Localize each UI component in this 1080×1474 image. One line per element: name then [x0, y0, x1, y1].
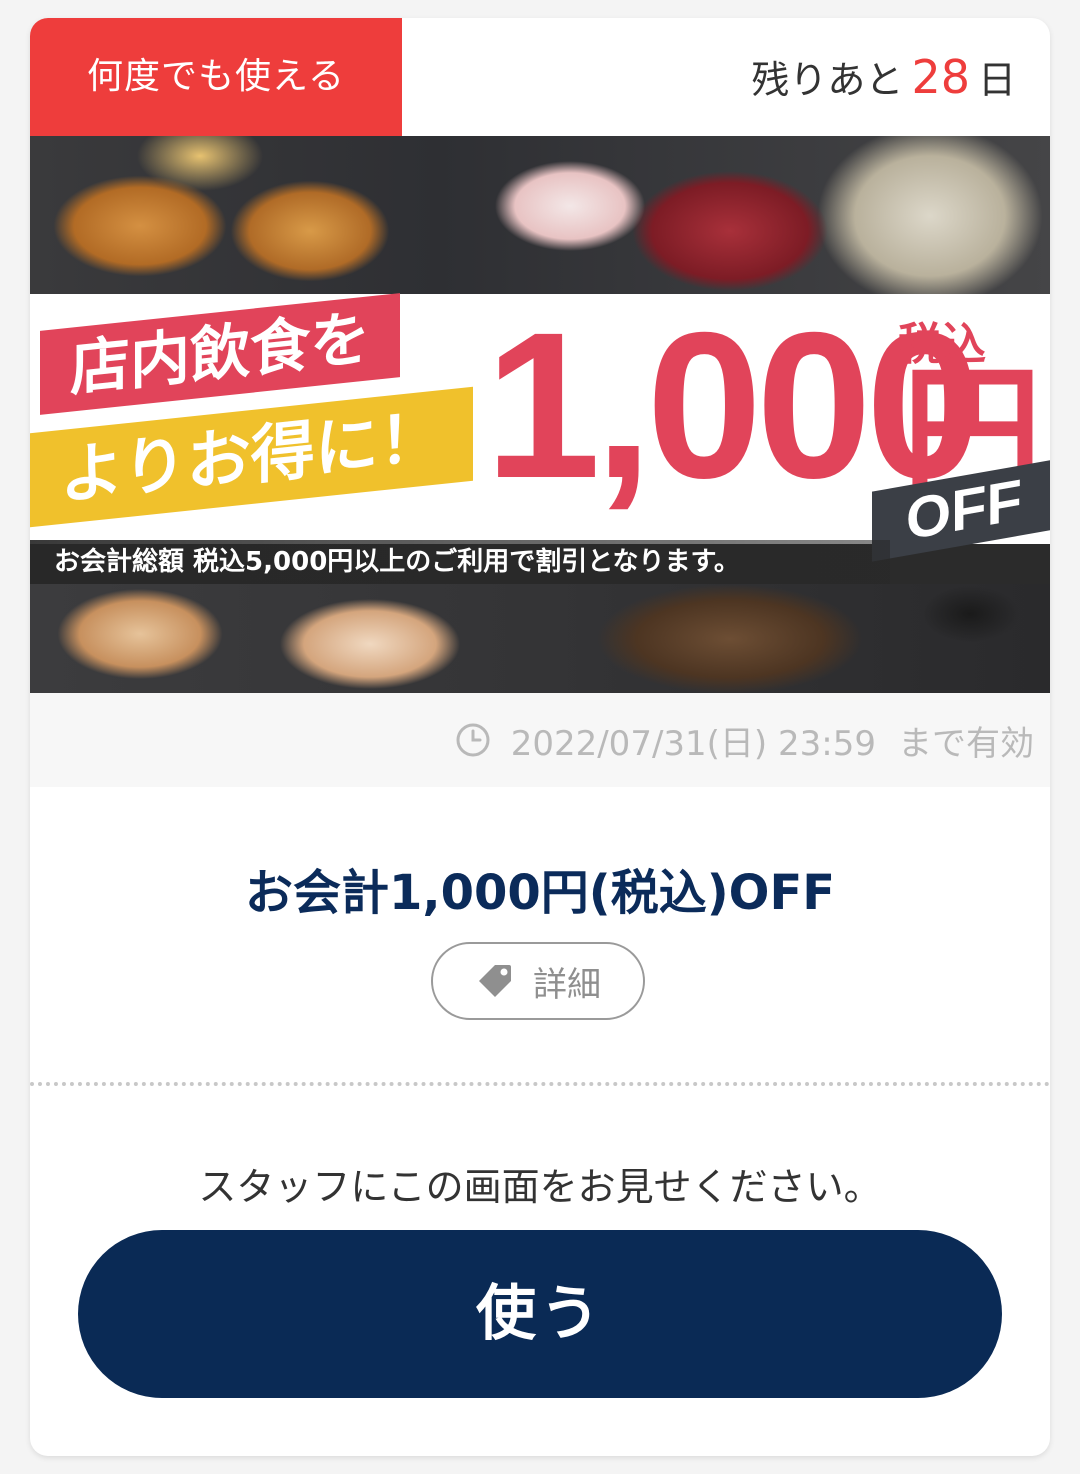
remaining-suffix: 日	[977, 58, 1016, 102]
days-remaining: 残りあと 28 日	[751, 18, 1016, 136]
expiry-date: 2022/07/31(日) 23:59	[510, 723, 876, 764]
tag-icon	[479, 965, 511, 997]
use-coupon-button[interactable]: 使う	[78, 1230, 1002, 1398]
dotted-divider	[30, 1082, 1050, 1086]
expiry-suffix: まで有効	[898, 723, 1034, 764]
staff-instruction: スタッフにこの画面をお見せください。	[198, 1165, 882, 1209]
coupon-header: 何度でも使える 残りあと 28 日	[30, 18, 1050, 136]
details-button[interactable]: 詳細	[431, 942, 645, 1020]
banner-condition-text: お会計総額 税込5,000円以上のご利用で割引となります。	[30, 540, 890, 584]
remaining-days-count: 28	[911, 50, 970, 104]
coupon-card: 何度でも使える 残りあと 28 日 店内飲食を よりお得に！ 1,000 税込 円 …	[30, 18, 1050, 1456]
remaining-prefix: 残りあと	[751, 58, 904, 102]
clock-icon	[456, 723, 490, 757]
details-label: 詳細	[533, 964, 601, 1005]
banner-food-photo-bottom	[30, 584, 1050, 693]
coupon-body: お会計1,000円(税込)OFF 詳細	[30, 787, 1050, 1020]
expiry-row: 2022/07/31(日) 23:59 まで有効	[30, 693, 1050, 787]
coupon-banner-image: 店内飲食を よりお得に！ 1,000 税込 円 OFF お会計総額 税込5,00…	[30, 136, 1050, 693]
coupon-title: お会計1,000円(税込)OFF	[244, 865, 836, 921]
banner-food-photo-top	[30, 136, 1050, 294]
reusable-badge: 何度でも使える	[30, 18, 402, 136]
